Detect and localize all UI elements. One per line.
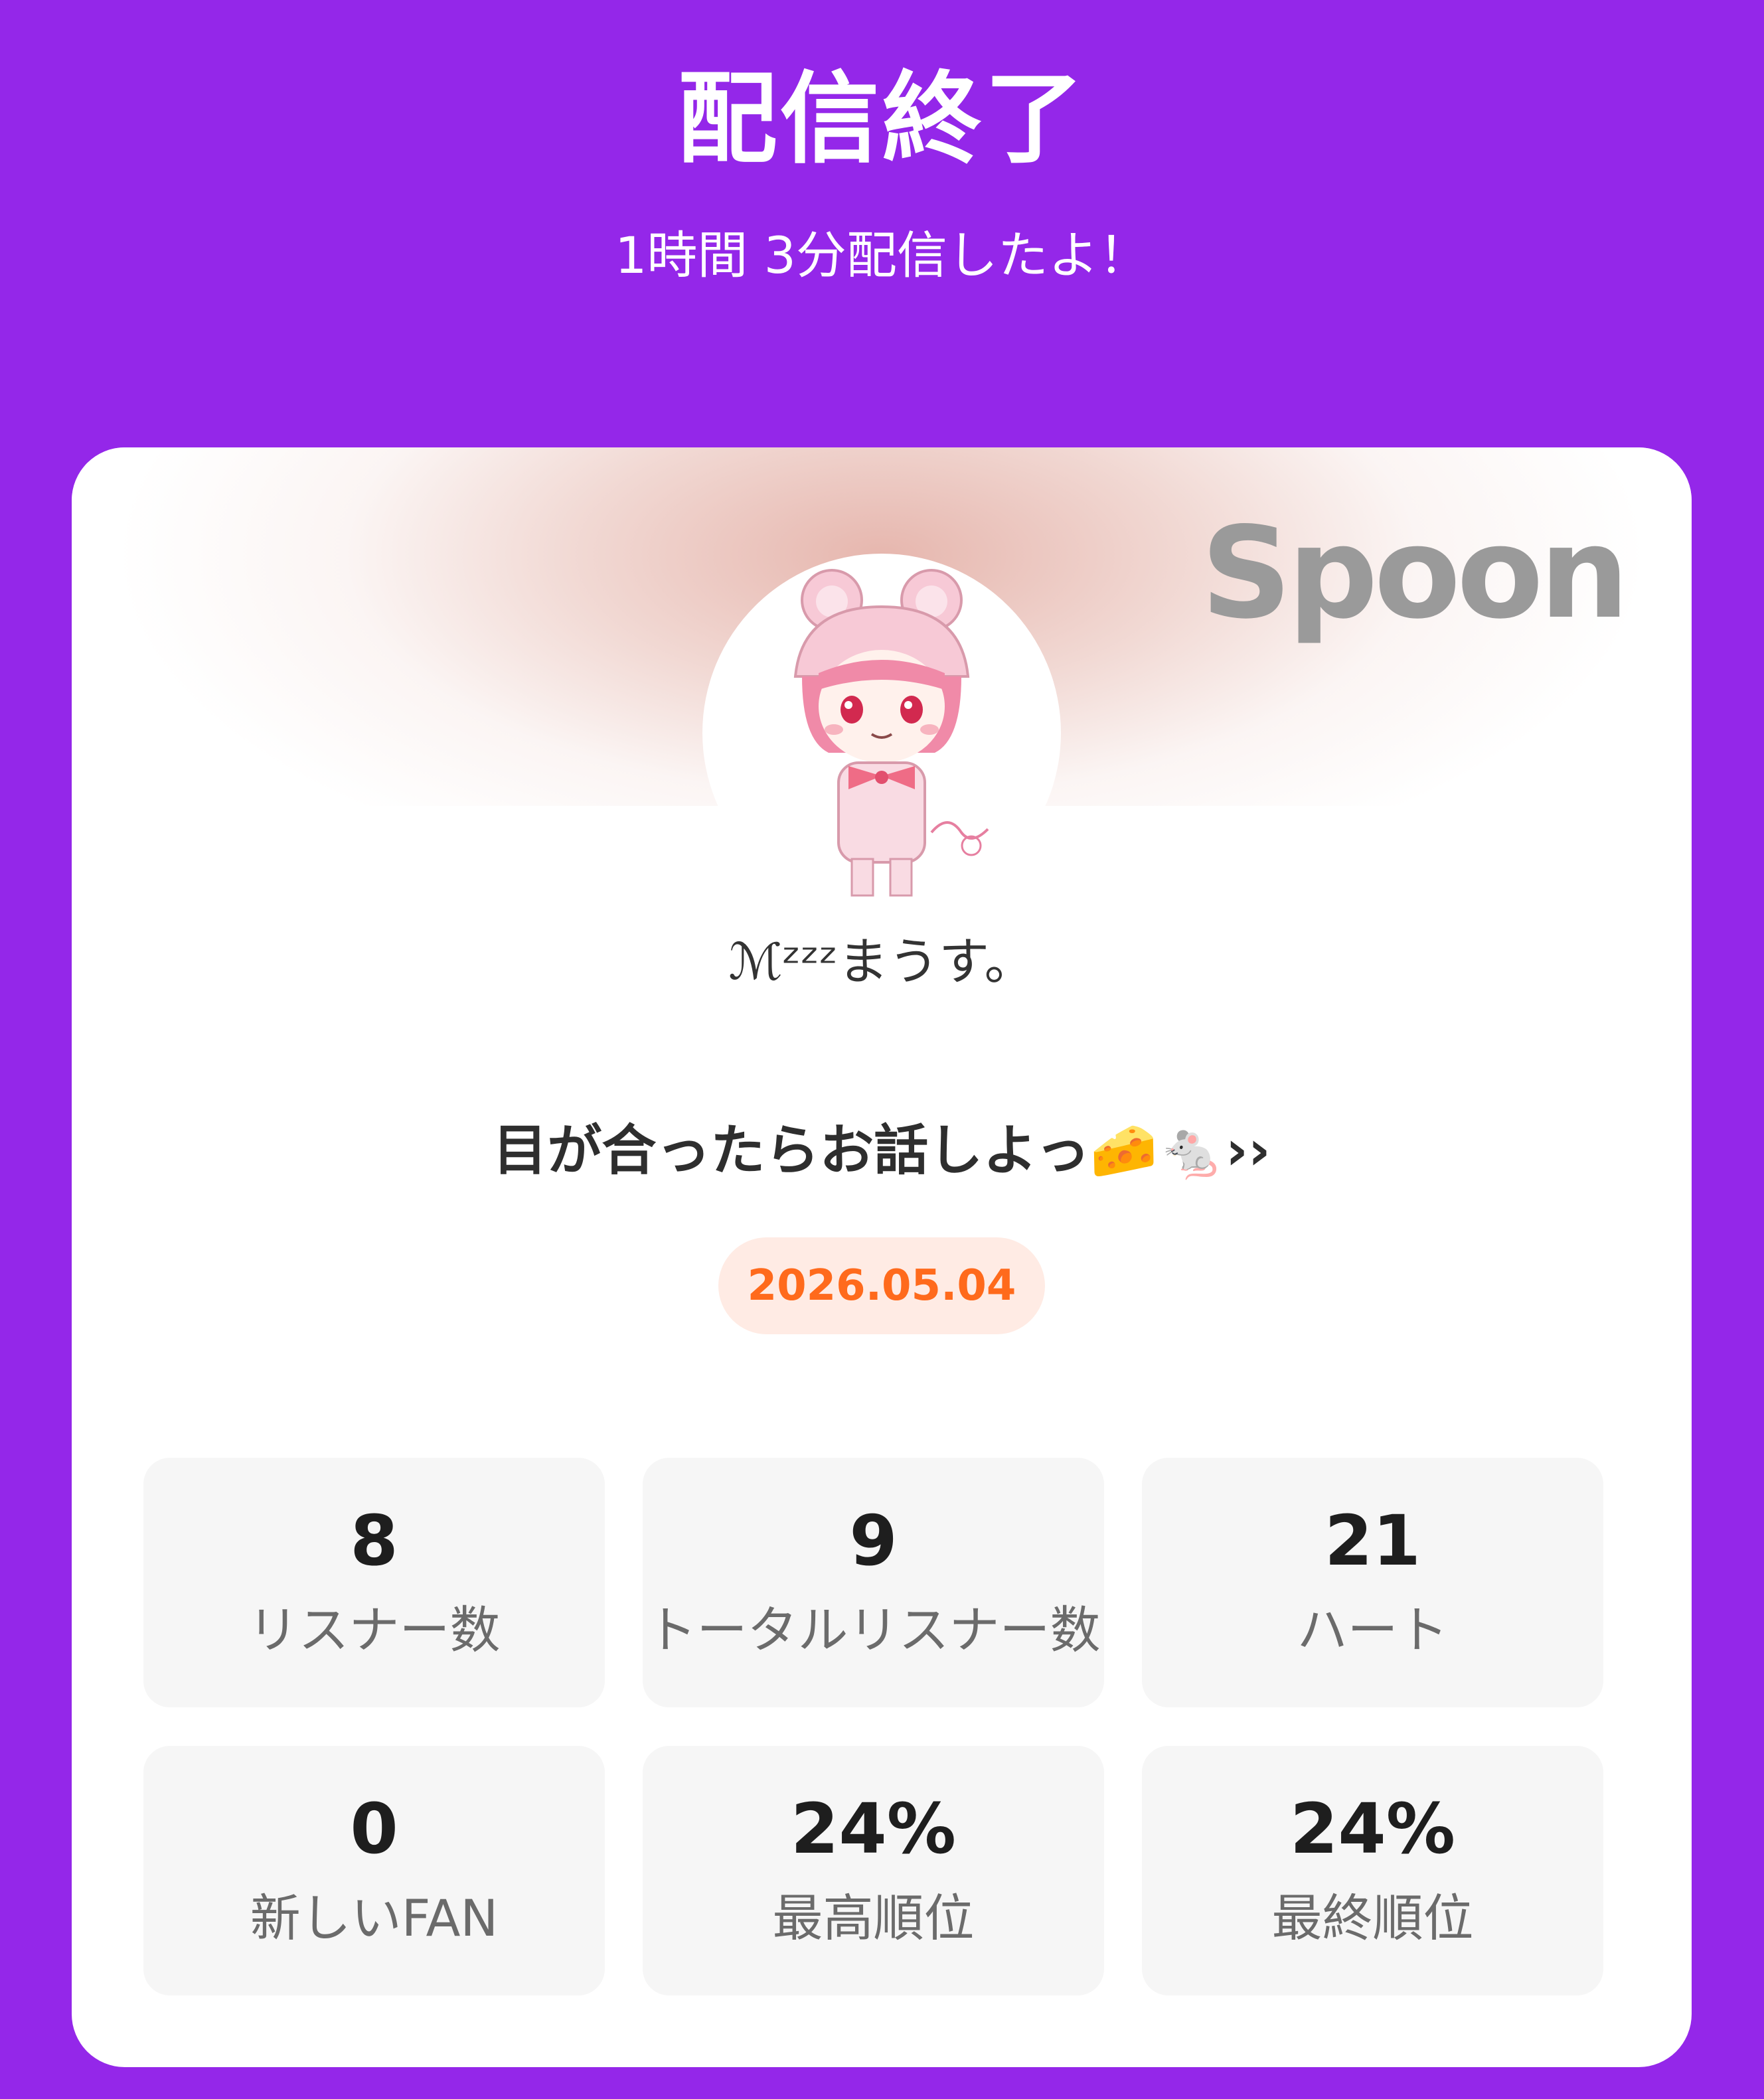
stat-hearts: 21 ハート: [1142, 1458, 1603, 1707]
stat-value: 24%: [1290, 1788, 1455, 1869]
stat-value: 0: [350, 1788, 398, 1869]
stat-highest-rank: 24% 最高順位: [643, 1746, 1104, 1995]
stat-final-rank: 24% 最終順位: [1142, 1746, 1603, 1995]
stat-label: 新しいFAN: [250, 1889, 499, 1948]
stat-value: 21: [1324, 1500, 1421, 1581]
date-container: 2026.05.04: [72, 1237, 1692, 1334]
stat-new-fans: 0 新しいFAN: [143, 1746, 605, 1995]
stat-value: 9: [849, 1500, 898, 1581]
page-title: 配信終了: [677, 62, 1087, 177]
avatar[interactable]: [702, 554, 1061, 912]
stat-listeners: 8 リスナー数: [143, 1458, 605, 1707]
avatar-image: [793, 569, 989, 897]
stat-value: 24%: [791, 1788, 956, 1869]
stat-label: ハート: [1297, 1600, 1449, 1660]
stat-value: 8: [350, 1500, 398, 1581]
date-badge: 2026.05.04: [718, 1237, 1046, 1334]
stream-title: 目が合ったらお話しよっ🧀🐁››: [493, 1119, 1271, 1182]
spoon-logo: Spoon: [1200, 500, 1629, 647]
username: ℳᶻᶻᶻまうす。: [728, 932, 1035, 991]
summary-card: Spoon ℳᶻᶻᶻまうす。 目が合ったらお話しよっ🧀🐁›› 2026.05.0…: [72, 447, 1692, 2067]
stat-label: 最高順位: [772, 1889, 975, 1948]
stat-label: リスナー数: [248, 1600, 501, 1660]
stat-label: 最終順位: [1271, 1889, 1474, 1948]
page-subtitle: 1時間 3分配信したよ！: [615, 226, 1149, 285]
stat-label: トータルリスナー数: [646, 1600, 1101, 1660]
stats-grid: 8 リスナー数 9 トータルリスナー数 21 ハート 0 新しいFAN 24% …: [143, 1458, 1604, 1995]
stat-total-listeners: 9 トータルリスナー数: [643, 1458, 1104, 1707]
